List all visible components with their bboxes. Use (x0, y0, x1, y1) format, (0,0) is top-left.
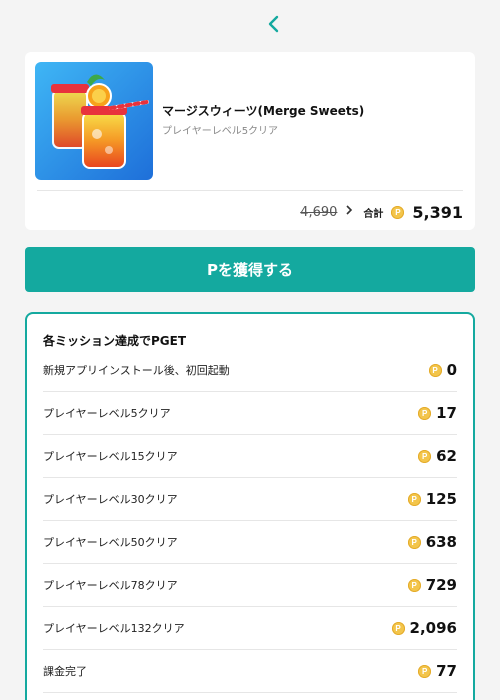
mission-row: プレイヤーレベル78クリア P 729 (43, 564, 457, 607)
point-coin-icon: P (418, 406, 432, 420)
mission-label: 課金完了 (43, 665, 87, 678)
divider (37, 190, 463, 191)
mission-reward: P 729 (407, 576, 457, 594)
mission-reward: P 638 (407, 533, 457, 551)
chevron-right-icon (345, 204, 353, 220)
app-card: マージスウィーツ(Merge Sweets) プレイヤーレベル5クリア 4,69… (25, 52, 475, 230)
mission-row: プレイヤーレベル5クリア P 17 (43, 392, 457, 435)
mission-list: 新規アプリインストール後、初回起動 P 0 プレイヤーレベル5クリア P 17 … (43, 349, 457, 693)
mission-label: プレイヤーレベル132クリア (43, 622, 185, 635)
mission-points: 0 (446, 361, 457, 379)
mission-reward: P 125 (407, 490, 457, 508)
total-value: 5,391 (412, 202, 463, 222)
mission-box: 各ミッション達成でPGET 新規アプリインストール後、初回起動 P 0 プレイヤ… (25, 312, 475, 700)
get-points-button[interactable]: Pを獲得する (25, 247, 475, 292)
mission-points: 62 (436, 447, 457, 465)
back-button[interactable] (262, 10, 286, 38)
old-price: 4,690 (300, 204, 338, 220)
mission-reward: P 77 (418, 662, 457, 680)
mission-label: プレイヤーレベル15クリア (43, 450, 178, 463)
mission-points: 125 (425, 490, 457, 508)
point-coin-icon: P (428, 363, 442, 377)
mission-label: プレイヤーレベル5クリア (43, 407, 171, 420)
mission-label: プレイヤーレベル78クリア (43, 579, 178, 592)
mission-reward: P 17 (418, 404, 457, 422)
mission-row: 新規アプリインストール後、初回起動 P 0 (43, 349, 457, 392)
mission-reward: P 2,096 (391, 619, 457, 637)
app-subtitle: プレイヤーレベル5クリア (162, 126, 279, 137)
mission-row: プレイヤーレベル15クリア P 62 (43, 435, 457, 478)
mission-points: 2,096 (409, 619, 457, 637)
mission-points: 638 (425, 533, 457, 551)
mission-row: プレイヤーレベル132クリア P 2,096 (43, 607, 457, 650)
mission-title: 各ミッション達成でPGET (43, 334, 187, 348)
mission-points: 17 (436, 404, 457, 422)
point-coin-icon: P (391, 205, 405, 219)
mission-label: プレイヤーレベル30クリア (43, 493, 178, 506)
chevron-left-icon (268, 15, 279, 33)
mission-label: プレイヤーレベル50クリア (43, 536, 178, 549)
app-name: マージスウィーツ(Merge Sweets) (162, 104, 365, 118)
price-row: 4,690 合計 P 5,391 (300, 200, 463, 224)
point-coin-icon: P (391, 621, 405, 635)
point-coin-icon: P (418, 449, 432, 463)
mission-row: プレイヤーレベル50クリア P 638 (43, 521, 457, 564)
mission-reward: P 0 (428, 361, 457, 379)
mission-points: 77 (436, 662, 457, 680)
mission-row: 課金完了 P 77 (43, 650, 457, 693)
mission-label: 新規アプリインストール後、初回起動 (43, 364, 230, 377)
total-label: 合計 (363, 208, 384, 220)
point-coin-icon: P (407, 535, 421, 549)
merge-sweets-app-icon[interactable] (35, 62, 153, 180)
mission-points: 729 (425, 576, 457, 594)
point-coin-icon: P (407, 492, 421, 506)
point-coin-icon: P (407, 578, 421, 592)
mission-row: プレイヤーレベル30クリア P 125 (43, 478, 457, 521)
mission-reward: P 62 (418, 447, 457, 465)
point-coin-icon: P (418, 664, 432, 678)
